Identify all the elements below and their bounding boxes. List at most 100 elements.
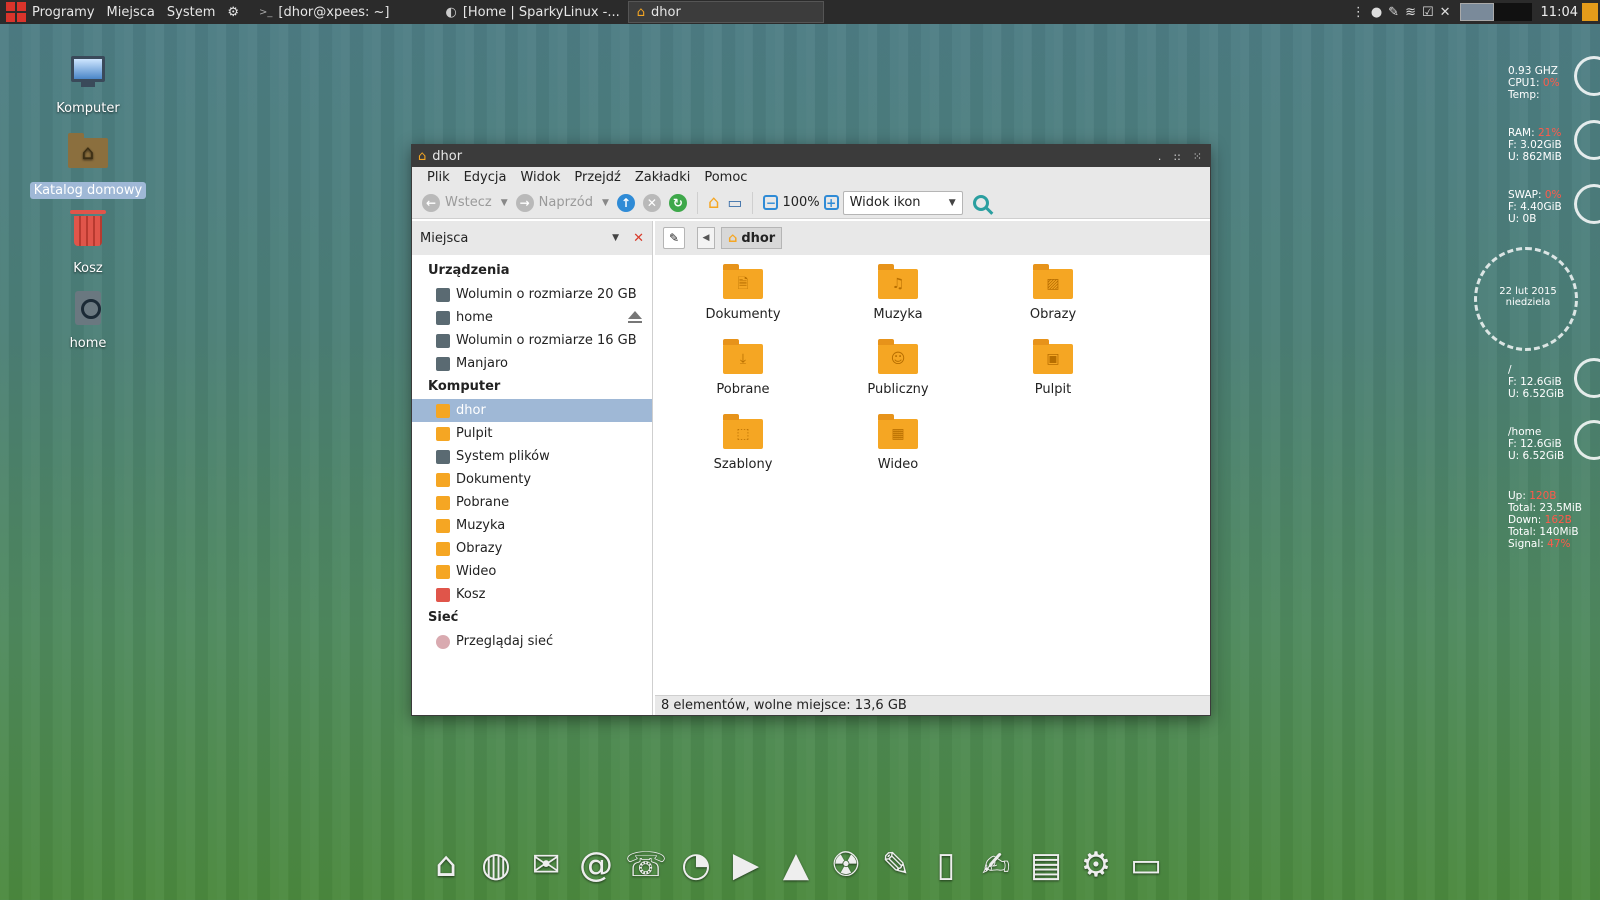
sidebar-item-volume-20gb[interactable]: Wolumin o rozmiarze 20 GB: [412, 283, 652, 306]
sidebar-item-label: System plików: [456, 449, 550, 464]
sidebar-item-manjaro[interactable]: Manjaro: [412, 352, 652, 375]
trash-icon: [68, 210, 108, 256]
desktop-icon-trash[interactable]: Kosz: [28, 208, 148, 277]
file-view[interactable]: 🗎 Dokumenty ♫ Muzyka ▨ Obrazy ⤓ Pobrane ☺ Pub…: [655, 255, 1210, 695]
forward-button[interactable]: → Naprzód ▼: [512, 190, 613, 216]
minimize-button[interactable]: .: [1158, 150, 1162, 163]
dock-email-client-icon[interactable]: @: [571, 840, 621, 890]
menu-programy[interactable]: Programy: [26, 0, 101, 24]
dock-burner-icon[interactable]: ☢: [821, 840, 871, 890]
menu-zakladki[interactable]: Zakładki: [628, 170, 697, 185]
sidebar-mode-label[interactable]: Miejsca: [420, 231, 468, 246]
dock-vlc-icon[interactable]: ▲: [771, 840, 821, 890]
system-settings-icon[interactable]: ⚙: [221, 0, 245, 24]
task-browser[interactable]: ◐ [Home | SparkyLinux -...: [437, 1, 627, 23]
home-button[interactable]: ⌂: [704, 190, 723, 216]
folder-label: Muzyka: [873, 307, 923, 322]
chevron-down-icon[interactable]: ▼: [501, 198, 508, 208]
folder-item-publiczny[interactable]: ☺ Publiczny: [828, 339, 968, 397]
window-titlebar[interactable]: ⌂ dhor . :: ⁙: [412, 145, 1210, 167]
folder-item-szablony[interactable]: ⬚ Szablony: [673, 414, 813, 472]
menu-pomoc[interactable]: Pomoc: [697, 170, 754, 185]
folder-item-dokumenty[interactable]: 🗎 Dokumenty: [673, 264, 813, 322]
sidebar-item-pobrane[interactable]: Pobrane: [412, 491, 652, 514]
sidebar-item-kosz[interactable]: Kosz: [412, 583, 652, 606]
folder-item-obrazy[interactable]: ▨ Obrazy: [983, 264, 1123, 322]
menu-przejdz[interactable]: Przejdź: [567, 170, 627, 185]
sidebar-item-pulpit[interactable]: Pulpit: [412, 422, 652, 445]
sidebar-item-filesystem[interactable]: System plików: [412, 445, 652, 468]
maximize-button[interactable]: ::: [1173, 150, 1180, 163]
sidebar-item-muzyka[interactable]: Muzyka: [412, 514, 652, 537]
reload-button[interactable]: ↻: [665, 190, 691, 216]
drive-icon: [68, 291, 108, 331]
search-icon[interactable]: [972, 194, 989, 211]
sidebar-item-dhor[interactable]: dhor: [412, 399, 652, 422]
chevron-down-icon[interactable]: ▼: [602, 198, 609, 208]
dock-home-icon[interactable]: ⌂: [421, 840, 471, 890]
trash-icon: [436, 587, 450, 602]
dock-chat-icon[interactable]: ☏: [621, 840, 671, 890]
workspace-1[interactable]: [1459, 3, 1494, 21]
folder-item-pobrane[interactable]: ⤓ Pobrane: [673, 339, 813, 397]
menu-system[interactable]: System: [161, 0, 221, 24]
path-scroll-left-button[interactable]: ◀: [697, 227, 715, 249]
dock-gimp-icon[interactable]: ✎: [871, 840, 921, 890]
dock-settings-icon[interactable]: ⚙: [1071, 840, 1121, 890]
updates-icon[interactable]: [1582, 3, 1598, 21]
sidebar-item-browse-network[interactable]: Przeglądaj sieć: [412, 630, 652, 653]
menu-plik[interactable]: Plik: [420, 170, 457, 185]
menu-edycja[interactable]: Edycja: [457, 170, 514, 185]
downloads-icon: [436, 495, 450, 510]
cpu-value: 0%: [1542, 77, 1560, 89]
sparky-logo-icon[interactable]: [6, 2, 26, 22]
back-button[interactable]: ← Wstecz ▼: [418, 190, 512, 216]
dock-office-icon[interactable]: ✍: [971, 840, 1021, 890]
dock-mail-icon[interactable]: ✉: [521, 840, 571, 890]
dock-firewall-icon[interactable]: ▤: [1021, 840, 1071, 890]
workspace-2[interactable]: [1493, 3, 1532, 21]
update-check-icon[interactable]: ☑: [1422, 5, 1434, 20]
task-file-manager[interactable]: ⌂ dhor: [627, 1, 824, 23]
sidebar-item-obrazy[interactable]: Obrazy: [412, 537, 652, 560]
sidebar-item-dokumenty[interactable]: Dokumenty: [412, 468, 652, 491]
close-sidebar-icon[interactable]: ✕: [633, 231, 644, 246]
breadcrumb[interactable]: ⌂ dhor: [721, 227, 783, 249]
wifi-icon[interactable]: ≋: [1405, 5, 1416, 20]
desktop-icon-computer[interactable]: Komputer: [28, 52, 148, 117]
up-button[interactable]: ↑: [613, 190, 639, 216]
zoom-in-button[interactable]: +: [820, 190, 843, 216]
dock-media-player-icon[interactable]: ▶: [721, 840, 771, 890]
dock-globe-icon[interactable]: ◍: [471, 840, 521, 890]
clip-icon[interactable]: ✎: [1388, 5, 1399, 20]
sidebar-item-home-drive[interactable]: home: [412, 306, 652, 329]
edit-location-button[interactable]: ✎: [663, 227, 685, 249]
dock-terminal-icon[interactable]: ▭: [1121, 840, 1171, 890]
chevron-down-icon[interactable]: ▼: [612, 233, 619, 243]
folder-item-pulpit[interactable]: ▣ Pulpit: [983, 339, 1123, 397]
desktop-icon-home-folder[interactable]: Katalog domowy: [28, 130, 148, 199]
dock-text-editor-icon[interactable]: ▯: [921, 840, 971, 890]
eject-icon[interactable]: [628, 311, 642, 323]
folder-video-icon: ▦: [878, 414, 918, 449]
folder-item-wideo[interactable]: ▦ Wideo: [828, 414, 968, 472]
dock-rss-icon[interactable]: ◔: [671, 840, 721, 890]
task-terminal[interactable]: >_ [dhor@xpees: ~]: [251, 1, 397, 23]
menu-widok[interactable]: Widok: [513, 170, 567, 185]
clock[interactable]: 11:04: [1541, 5, 1578, 20]
menu-miejsca[interactable]: Miejsca: [101, 0, 161, 24]
zoom-out-button[interactable]: −: [759, 190, 782, 216]
volume-muted-icon[interactable]: ✕: [1440, 5, 1451, 20]
computer-button[interactable]: ▭: [723, 190, 746, 216]
view-mode-select[interactable]: Widok ikon ▼: [842, 190, 963, 215]
sidebar-item-volume-16gb[interactable]: Wolumin o rozmiarze 16 GB: [412, 329, 652, 352]
chat-status-icon[interactable]: ●: [1371, 5, 1382, 20]
desktop-icon-home-drive[interactable]: home: [28, 287, 148, 352]
conky-date: 22 lut 2015 niedziela: [1488, 286, 1568, 308]
sidebar-item-wideo[interactable]: Wideo: [412, 560, 652, 583]
stop-button[interactable]: ✕: [639, 190, 665, 216]
folder-label: Szablony: [713, 457, 773, 472]
close-button[interactable]: ⁙: [1193, 150, 1202, 163]
home-folder-icon: ⌂: [707, 192, 720, 213]
folder-item-muzyka[interactable]: ♫ Muzyka: [828, 264, 968, 322]
